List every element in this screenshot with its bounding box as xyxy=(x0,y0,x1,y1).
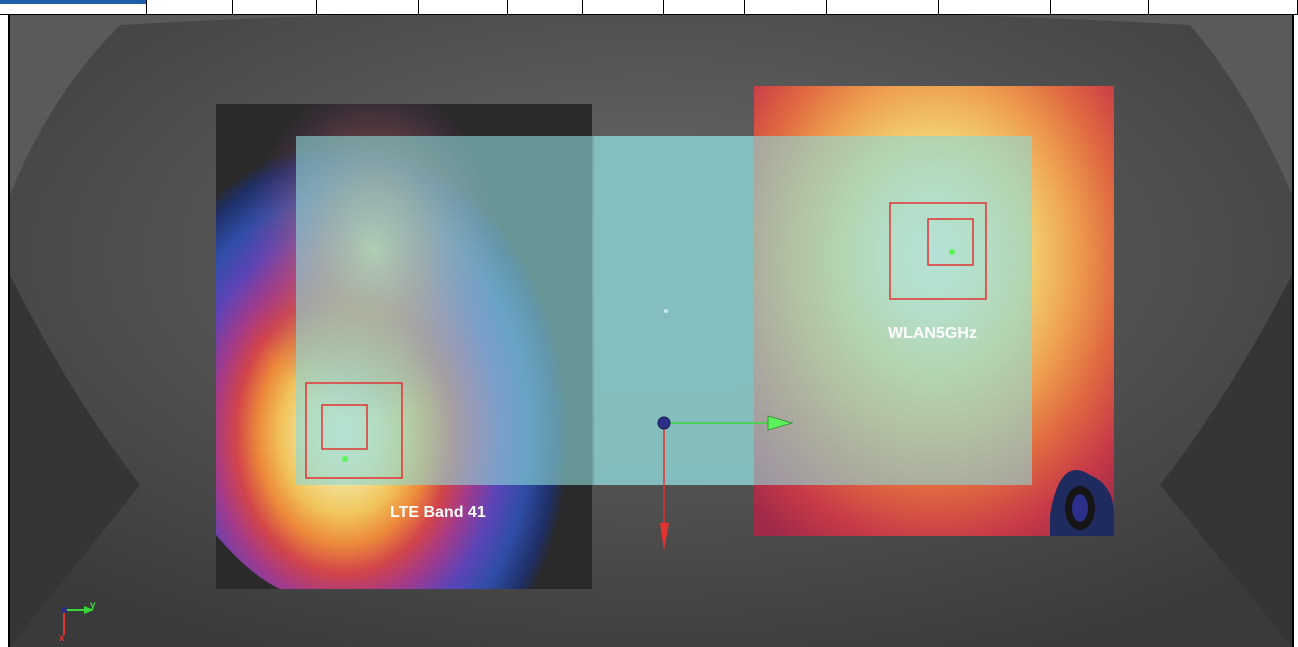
toolbar xyxy=(0,0,1298,15)
toolbar-separator xyxy=(826,0,827,15)
3d-viewport[interactable]: WLAN5GHz LTE Band 41 y x xyxy=(8,15,1294,647)
gizmo-origin[interactable] xyxy=(657,416,671,430)
toolbar-separator xyxy=(582,0,583,15)
toolbar-separator xyxy=(418,0,419,15)
lte-panel-label: LTE Band 41 xyxy=(390,504,486,521)
toolbar-active-tab[interactable] xyxy=(0,0,146,4)
toolbar-separator xyxy=(663,0,664,15)
toolbar-separator xyxy=(316,0,317,15)
plane-center-point xyxy=(664,309,668,313)
toolbar-separator xyxy=(146,0,147,15)
toolbar-separator xyxy=(507,0,508,15)
triad-x-label: x xyxy=(59,633,65,644)
triad-y-label: y xyxy=(90,600,96,611)
toolbar-separator xyxy=(744,0,745,15)
toolbar-separator xyxy=(232,0,233,15)
toolbar-separator xyxy=(1148,0,1149,15)
plane-center-strip xyxy=(594,136,754,485)
toolbar-separator xyxy=(1050,0,1051,15)
wlan-panel-label: WLAN5GHz xyxy=(888,325,977,342)
toolbar-separator xyxy=(938,0,939,15)
